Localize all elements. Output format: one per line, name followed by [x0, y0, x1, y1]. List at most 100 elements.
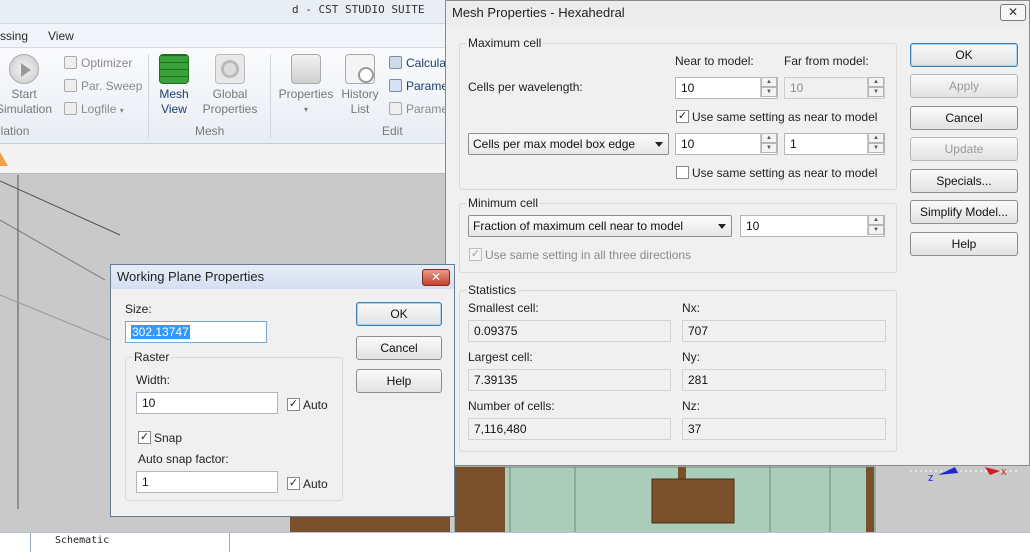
par-sweep-button[interactable]: Par. Sweep: [64, 79, 142, 93]
size-input[interactable]: 302.13747: [125, 321, 267, 343]
cancel-button[interactable]: Cancel: [910, 106, 1018, 130]
logfile-icon: [64, 102, 77, 115]
start-simulation-button[interactable]: Start Simulation: [0, 54, 54, 117]
parameters-icon: [389, 79, 402, 92]
logfile-button[interactable]: Logfile ▾: [64, 102, 124, 116]
global-properties-button[interactable]: Global Properties: [198, 54, 262, 117]
same-setting-near-checkbox-2[interactable]: [676, 166, 689, 179]
close-button[interactable]: ✕: [422, 269, 450, 286]
app-title: d - CST STUDIO SUITE: [292, 3, 425, 16]
same-setting-near-checkbox-1[interactable]: ✓: [676, 110, 689, 123]
menu-item-view[interactable]: View: [48, 29, 74, 43]
size-value: 302.13747: [131, 325, 190, 339]
tab-marker-icon: [0, 152, 8, 166]
working-plane-properties-dialog: Working Plane Properties ✕ Size: 302.137…: [110, 264, 455, 517]
size-label: Size:: [125, 302, 152, 316]
mesh-cube-icon: [159, 54, 189, 84]
history-list-button[interactable]: History List: [338, 54, 382, 117]
spin-up-icon[interactable]: ▲: [868, 133, 884, 143]
ribbon: Start Simulation Optimizer Par. Sweep Lo…: [0, 48, 448, 144]
app-title-bar: d - CST STUDIO SUITE: [0, 0, 445, 24]
spin-down-icon: ▼: [868, 87, 884, 97]
box-edge-near-spinner[interactable]: ▲ ▼: [760, 133, 777, 155]
spin-up-icon[interactable]: ▲: [761, 77, 777, 87]
par-sweep-icon: [64, 79, 77, 92]
fraction-of-max-cell-select[interactable]: Fraction of maximum cell near to model: [468, 215, 732, 237]
width-input[interactable]: 10: [136, 392, 278, 414]
cells-per-box-edge-value: Cells per max model box edge: [473, 137, 636, 151]
optimizer-icon: [64, 56, 77, 69]
calculator-icon: [389, 56, 402, 69]
play-icon: [9, 54, 39, 84]
workplane-grid-line: [0, 294, 111, 341]
gear-cube-icon: [215, 54, 245, 84]
spin-down-icon[interactable]: ▼: [868, 143, 884, 153]
mesh-view-label-1: Mesh: [159, 87, 189, 101]
spin-up-icon[interactable]: ▲: [868, 215, 884, 225]
mesh-view-button[interactable]: Mesh View: [152, 54, 196, 117]
width-auto-checkbox[interactable]: ✓: [287, 398, 300, 411]
spin-up-icon: ▲: [868, 77, 884, 87]
fraction-value-input[interactable]: 10: [740, 215, 885, 237]
simplify-model-button[interactable]: Simplify Model...: [910, 200, 1018, 224]
calculator-button[interactable]: Calcula: [389, 56, 446, 70]
auto-snap-factor-label: Auto snap factor:: [138, 452, 229, 466]
fraction-of-max-cell-value: Fraction of maximum cell near to model: [473, 219, 684, 233]
same-setting-near-label-2: Use same setting as near to model: [692, 166, 878, 180]
chevron-down-icon: ▾: [303, 105, 308, 114]
statistics-group-title: Statistics: [466, 283, 519, 297]
chevron-down-icon: [655, 142, 663, 147]
close-button[interactable]: ✕: [1000, 4, 1026, 21]
chevron-down-icon: ▾: [119, 106, 124, 115]
properties-label: Properties: [278, 87, 334, 101]
nx-value: 707: [682, 320, 886, 342]
properties-button[interactable]: Properties ▾: [276, 54, 336, 117]
history-list-label-1: History: [341, 87, 379, 101]
menu-item-simulation[interactable]: ssing: [0, 29, 28, 43]
snap-checkbox[interactable]: ✓: [138, 431, 151, 444]
parameters-2-label: Parame: [406, 102, 449, 116]
minimum-cell-group: [459, 203, 897, 273]
z-axis-label: z: [928, 472, 934, 484]
number-of-cells-label: Number of cells:: [468, 399, 555, 413]
group-simulation-label: ulation: [0, 124, 30, 138]
global-properties-label-2: Properties: [202, 102, 258, 116]
cells-per-wavelength-label: Cells per wavelength:: [468, 80, 583, 94]
history-clock-icon: [345, 54, 375, 84]
wp-dialog-title: Working Plane Properties: [117, 269, 265, 284]
box-edge-far-spinner[interactable]: ▲ ▼: [867, 133, 884, 155]
help-button[interactable]: Help: [356, 369, 442, 393]
optimizer-button[interactable]: Optimizer: [64, 56, 132, 70]
ok-button[interactable]: OK: [356, 302, 442, 326]
start-simulation-label-2: Simulation: [0, 102, 53, 116]
spin-down-icon[interactable]: ▼: [761, 87, 777, 97]
model-metal-block: [455, 467, 505, 535]
parameters-button[interactable]: Parame: [389, 79, 448, 93]
menu-bar: ssing View: [0, 24, 445, 48]
x-axis-label: x: [1001, 466, 1007, 478]
help-button[interactable]: Help: [910, 232, 1018, 256]
spin-down-icon[interactable]: ▼: [761, 143, 777, 153]
mesh-dialog-title-bar: Mesh Properties - Hexahedral: [446, 1, 1029, 25]
start-simulation-label-1: Start: [11, 87, 37, 101]
tab-schematic[interactable]: Schematic: [30, 533, 230, 552]
logfile-label: Logfile: [81, 102, 117, 116]
spin-down-icon[interactable]: ▼: [868, 225, 884, 235]
spin-up-icon[interactable]: ▲: [761, 133, 777, 143]
cells-per-box-edge-select[interactable]: Cells per max model box edge: [468, 133, 669, 155]
cells-per-wavelength-near-spinner[interactable]: ▲ ▼: [760, 77, 777, 99]
ny-label: Ny:: [682, 350, 700, 364]
snap-auto-checkbox[interactable]: ✓: [287, 477, 300, 490]
par-sweep-label: Par. Sweep: [81, 79, 143, 93]
ok-button[interactable]: OK: [910, 43, 1018, 67]
maximum-cell-group-title: Maximum cell: [466, 36, 544, 50]
parameters-2-button[interactable]: Parame: [389, 102, 448, 116]
fraction-value-spinner[interactable]: ▲ ▼: [867, 215, 884, 237]
nx-label: Nx:: [682, 301, 700, 315]
snap-auto-label: Auto: [303, 477, 328, 491]
cancel-button[interactable]: Cancel: [356, 336, 442, 360]
specials-button[interactable]: Specials...: [910, 169, 1018, 193]
ny-value: 281: [682, 369, 886, 391]
document-tab-strip: [0, 144, 445, 174]
auto-snap-factor-input[interactable]: 1: [136, 471, 278, 493]
